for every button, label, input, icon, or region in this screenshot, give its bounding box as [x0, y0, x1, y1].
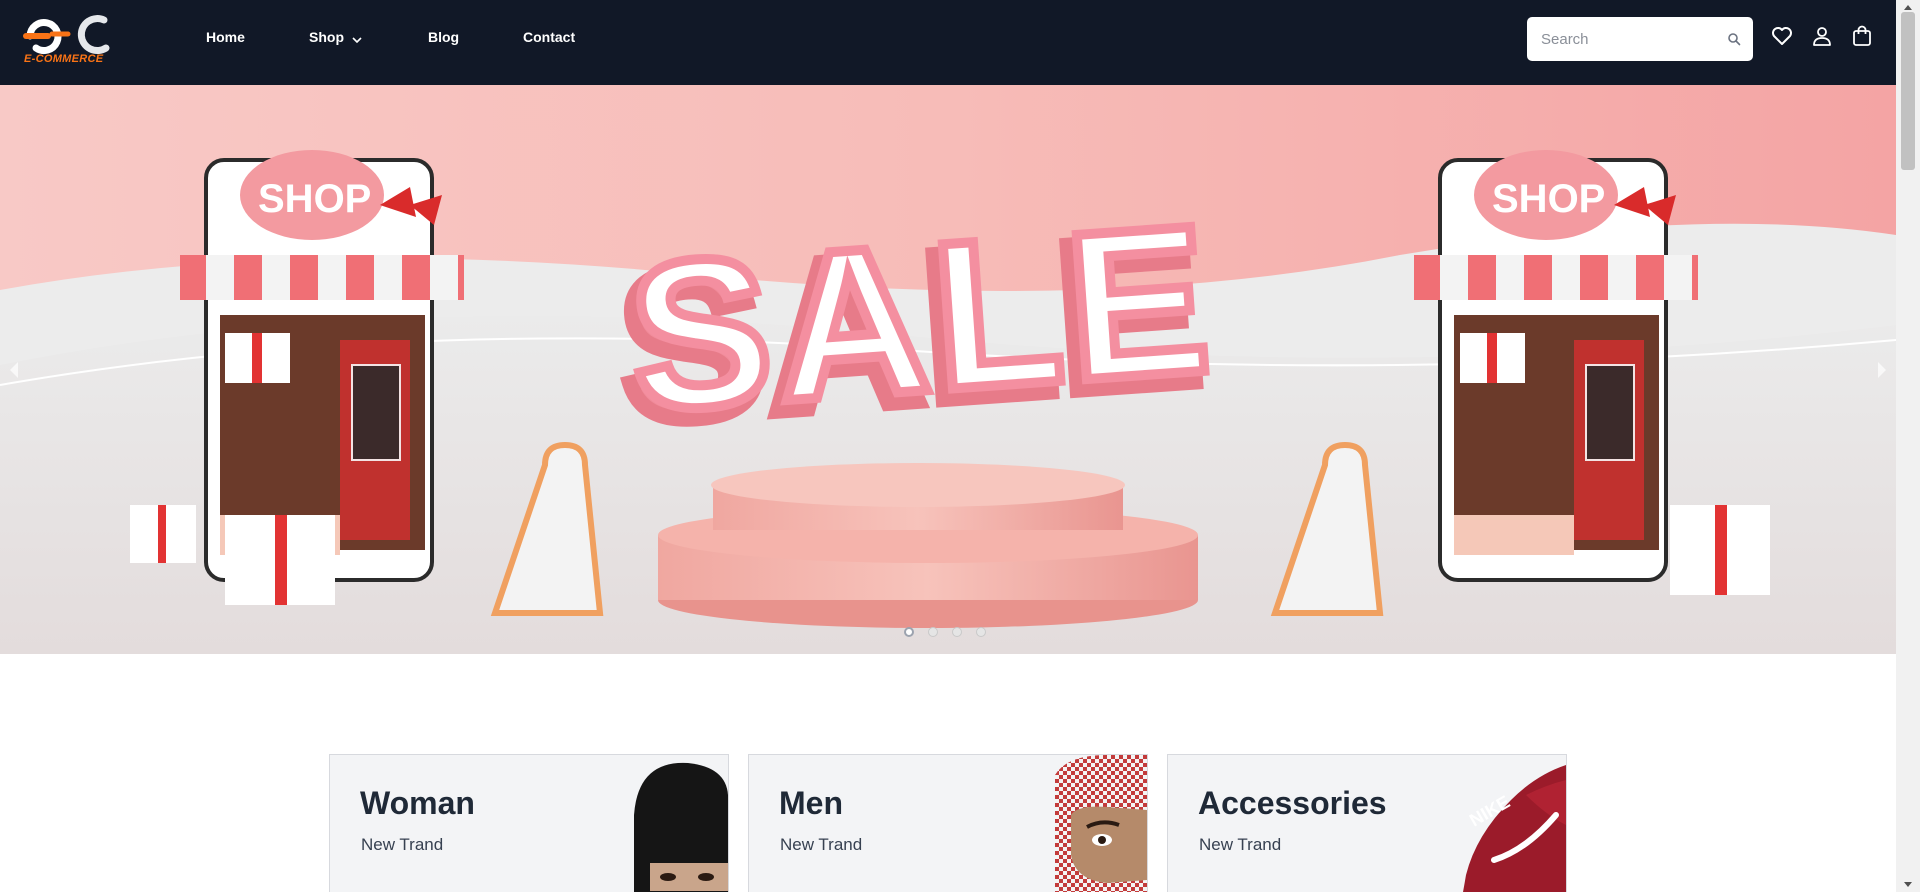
scroll-up-icon[interactable]	[1903, 3, 1913, 11]
sale-headline: SALE	[623, 180, 1222, 455]
hero-slider: SHOP SHOP SALE SALE	[0, 85, 1896, 654]
slider-dot-1[interactable]	[904, 627, 914, 637]
slider-prev-arrow[interactable]	[6, 360, 22, 380]
category-subtitle: New Trand	[361, 835, 444, 854]
nav-contact-link[interactable]: Contact	[523, 29, 575, 45]
nav-shop-link[interactable]: Shop	[309, 29, 362, 46]
woman-category-image	[634, 762, 728, 892]
slider-dot-2[interactable]	[928, 627, 938, 637]
page-scrollbar[interactable]	[1896, 0, 1920, 892]
user-icon[interactable]	[1810, 24, 1834, 48]
men-category-image	[1055, 755, 1147, 892]
search-icon[interactable]	[1727, 32, 1741, 46]
slider-dot-3[interactable]	[952, 627, 962, 637]
category-subtitle: New Trand	[1199, 835, 1282, 854]
nav-blog-link[interactable]: Blog	[428, 29, 459, 45]
nav-shop-label: Shop	[309, 29, 344, 45]
scrollbar-thumb[interactable]	[1901, 12, 1915, 170]
shop-sign-left: SHOP	[258, 177, 371, 221]
slider-next-arrow[interactable]	[1874, 360, 1890, 380]
shop-sign-right: SHOP	[1492, 177, 1605, 221]
accessories-category-image: NIKE	[1463, 765, 1566, 892]
hero-banner-image: SHOP SHOP SALE SALE	[0, 85, 1896, 654]
top-navbar: E-COMMERCE Home Shop Blog Contact	[0, 0, 1896, 85]
category-title: Accessories	[1198, 785, 1387, 821]
category-card-accessories[interactable]: Accessories New Trand NIKE	[1167, 754, 1567, 892]
search-input[interactable]	[1541, 17, 1711, 61]
page: E-COMMERCE Home Shop Blog Contact Search…	[0, 0, 1920, 892]
scroll-down-icon[interactable]	[1903, 881, 1913, 889]
category-card-woman[interactable]: Woman New Trand	[329, 754, 729, 892]
nav-home-link[interactable]: Home	[206, 29, 245, 45]
slider-dot-4[interactable]	[976, 627, 986, 637]
brand-logo[interactable]: E-COMMERCE	[22, 12, 112, 70]
category-title: Men	[779, 785, 843, 821]
category-title: Woman	[360, 785, 475, 821]
search-box	[1527, 17, 1753, 61]
shopping-bag-icon[interactable]	[1850, 24, 1874, 48]
logo-text: E-COMMERCE	[24, 53, 104, 65]
category-subtitle: New Trand	[780, 835, 863, 854]
heart-icon[interactable]	[1770, 24, 1794, 48]
category-card-men[interactable]: Men New Trand	[748, 754, 1148, 892]
chevron-down-icon	[352, 30, 362, 46]
